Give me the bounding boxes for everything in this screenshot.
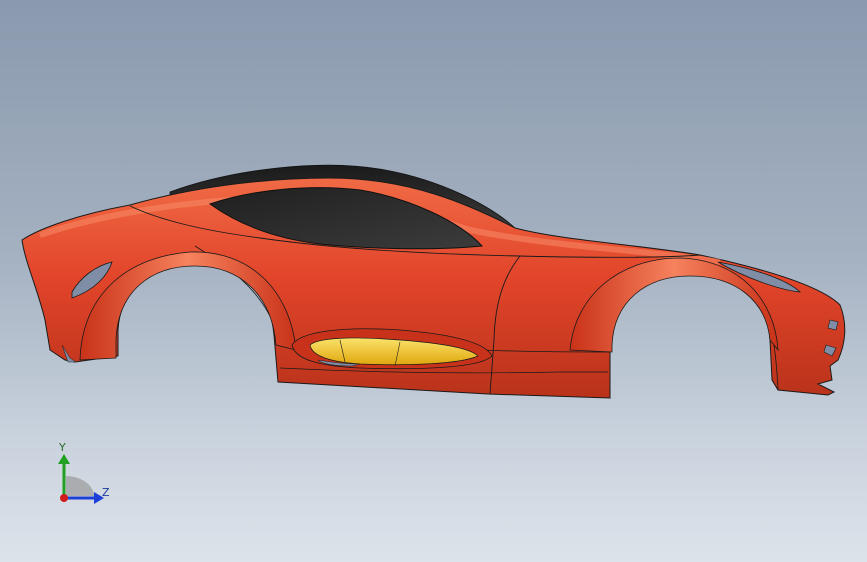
view-orientation-triad: Y Z — [44, 438, 124, 518]
car-body-model[interactable] — [0, 0, 867, 562]
y-axis-head — [58, 454, 70, 464]
triad-graphic — [58, 454, 104, 504]
x-axis-origin — [60, 494, 68, 502]
triad-plane — [66, 476, 94, 496]
graphics-viewport[interactable]: Y Z — [0, 0, 867, 562]
y-axis-label: Y — [59, 441, 66, 454]
z-axis-label: Z — [102, 486, 110, 499]
